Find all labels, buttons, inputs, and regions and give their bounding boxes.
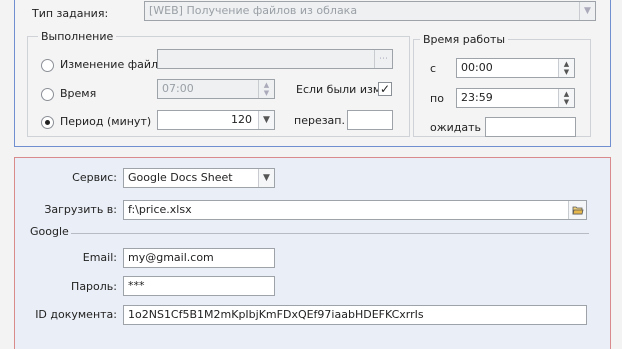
work-time-group-title: Время работы (420, 33, 509, 47)
task-type-label: Тип задания: (32, 7, 109, 20)
period-label: Период (минут) (60, 115, 152, 128)
task-type-select[interactable]: [WEB] Получение файлов из облака ▼ (144, 1, 596, 21)
task-type-value: [WEB] Получение файлов из облака (149, 4, 358, 17)
time-input[interactable]: 07:00 ▲ ▼ (157, 79, 275, 99)
execution-group-title: Выполнение (38, 30, 117, 44)
from-time-value: 00:00 (461, 61, 493, 74)
service-label: Сервис: (72, 171, 117, 184)
restart-input[interactable] (347, 110, 393, 130)
service-select[interactable]: Google Docs Sheet ▼ (123, 168, 275, 188)
to-label: по (430, 92, 444, 105)
time-value: 07:00 (162, 82, 194, 95)
load-to-label: Загрузить в: (44, 203, 117, 216)
ellipsis-icon[interactable]: ⋯ (374, 50, 392, 68)
period-value: 120 (231, 113, 252, 126)
file-path-input[interactable]: ⋯ (157, 49, 393, 69)
section-divider (71, 233, 589, 234)
file-change-label: Изменение файла (60, 58, 165, 71)
doc-id-input[interactable]: 1o2NS1Cf5B1M2mKpIbjKmFDxQEf97iaabHDEFKCx… (123, 305, 587, 325)
time-radio[interactable] (41, 88, 54, 101)
if-changed-checkbox[interactable]: ✓ (378, 82, 392, 96)
load-to-value: f:\price.xlsx (128, 203, 192, 216)
file-change-radio[interactable] (41, 59, 54, 72)
spin-updown-icon[interactable]: ▲ ▼ (258, 80, 274, 98)
restart-label: перезап. (294, 114, 345, 127)
spin-updown-icon[interactable]: ▲ ▼ (558, 59, 574, 77)
load-to-input[interactable]: f:\price.xlsx (123, 200, 587, 220)
if-changed-label: Если были изм. (296, 83, 385, 96)
chevron-down-icon[interactable]: ▼ (579, 2, 595, 20)
period-input[interactable]: 120 ▼ (157, 110, 275, 130)
wait-label: ожидать (430, 121, 482, 134)
time-label: Время (60, 87, 97, 100)
to-time-value: 23:59 (461, 91, 493, 104)
email-value: my@gmail.com (128, 251, 214, 264)
doc-id-value: 1o2NS1Cf5B1M2mKpIbjKmFDxQEf97iaabHDEFKCx… (128, 308, 424, 321)
email-label: Email: (82, 251, 117, 264)
doc-id-label: ID документа: (35, 308, 117, 321)
password-label: Пароль: (71, 280, 117, 293)
chevron-down-icon[interactable]: ▼ (258, 169, 274, 187)
open-folder-icon[interactable] (568, 201, 586, 219)
cloud-settings-panel: Сервис: Google Docs Sheet ▼ Загрузить в:… (14, 157, 611, 349)
wait-input[interactable] (485, 117, 576, 137)
google-section-title: Google (30, 225, 69, 238)
password-value: *** (128, 279, 145, 292)
to-time-input[interactable]: 23:59 ▲ ▼ (456, 88, 575, 108)
chevron-down-icon[interactable]: ▼ (258, 111, 274, 129)
task-settings-panel: Тип задания: [WEB] Получение файлов из о… (14, 0, 611, 147)
period-radio[interactable] (41, 116, 54, 129)
spin-updown-icon[interactable]: ▲ ▼ (558, 89, 574, 107)
email-input[interactable]: my@gmail.com (123, 248, 275, 268)
from-label: с (430, 62, 437, 75)
password-input[interactable]: *** (123, 276, 275, 296)
checkmark-icon: ✓ (379, 82, 391, 96)
service-value: Google Docs Sheet (128, 171, 233, 184)
from-time-input[interactable]: 00:00 ▲ ▼ (456, 58, 575, 78)
